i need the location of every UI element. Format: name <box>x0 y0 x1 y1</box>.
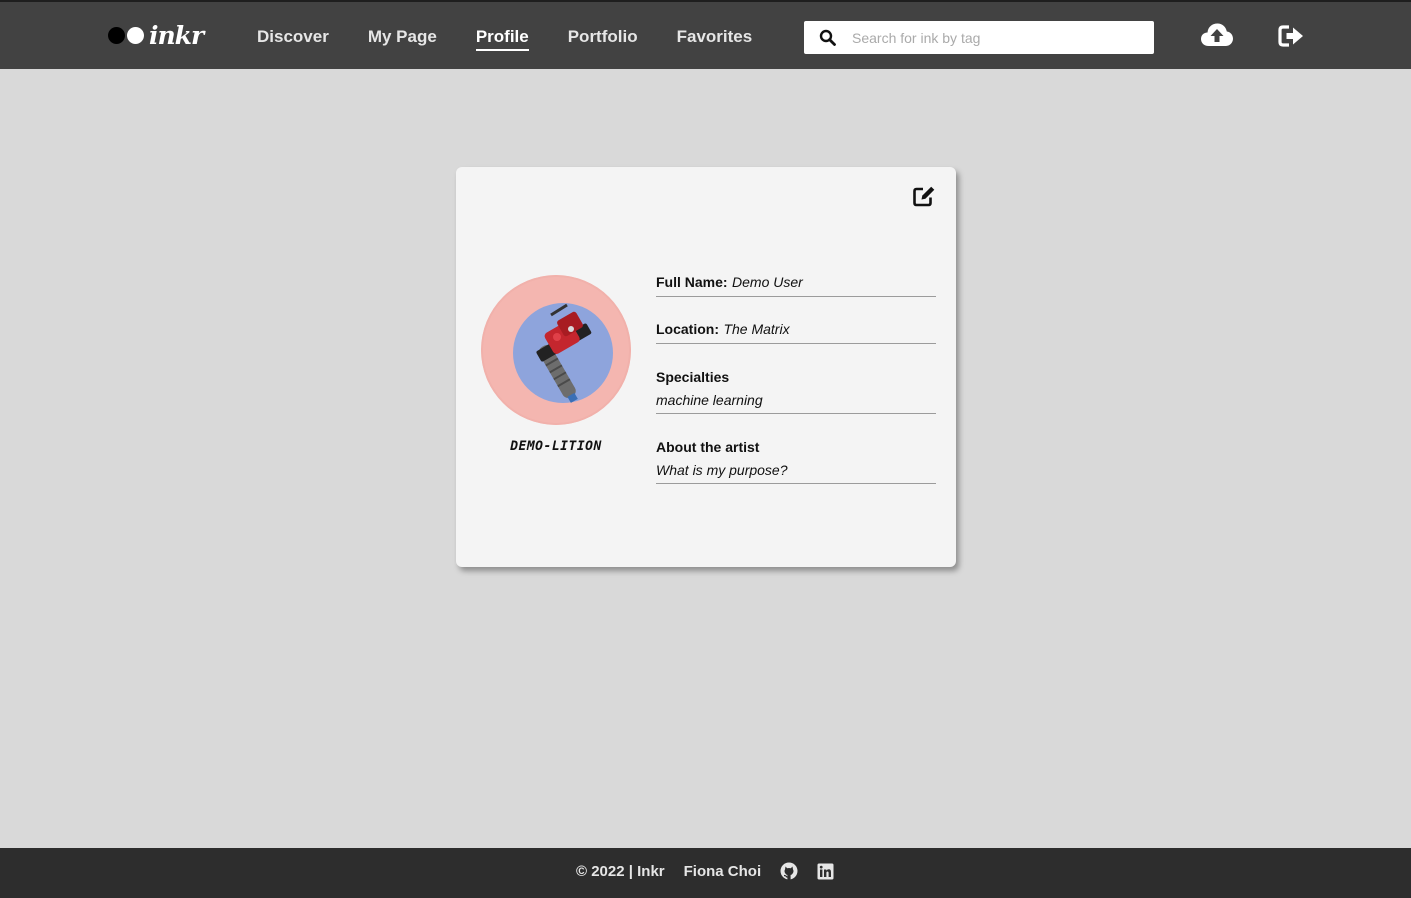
search-bar <box>804 21 1154 54</box>
nav-portfolio[interactable]: Portfolio <box>568 26 638 51</box>
main-nav: Discover My Page Profile Portfolio Favor… <box>257 26 791 51</box>
location-field: Location: The Matrix <box>656 319 936 344</box>
nav-discover[interactable]: Discover <box>257 26 329 51</box>
specialties-label: Specialties <box>656 369 730 385</box>
specialties-value: machine learning <box>656 392 763 408</box>
search-input[interactable] <box>850 28 1144 47</box>
upload-cloud-icon[interactable] <box>1200 22 1234 53</box>
full-name-field: Full Name: Demo User <box>656 272 936 297</box>
logo[interactable]: inkr <box>108 18 204 52</box>
linkedin-icon[interactable] <box>817 863 834 880</box>
artist-username: DEMO-LITION <box>510 439 602 454</box>
author-name[interactable]: Fiona Choi <box>684 863 762 880</box>
avatar-image <box>481 275 631 425</box>
avatar <box>481 275 631 425</box>
profile-card: DEMO-LITION Full Name: Demo User Locatio… <box>456 167 956 567</box>
edit-icon[interactable] <box>912 185 936 212</box>
top-navbar: inkr Discover My Page Profile Portfolio … <box>0 0 1411 69</box>
location-value: The Matrix <box>723 321 790 337</box>
footer: © 2022 | Inkr Fiona Choi <box>0 848 1411 898</box>
logout-icon[interactable] <box>1278 24 1305 53</box>
github-icon[interactable] <box>780 862 798 880</box>
full-name-label: Full Name: <box>656 274 728 290</box>
footer-content: © 2022 | Inkr Fiona Choi <box>576 862 853 880</box>
logo-black-dot <box>108 26 125 44</box>
about-field: About the artist What is my purpose? <box>656 436 936 484</box>
search-icon[interactable] <box>804 29 850 46</box>
nav-favorites[interactable]: Favorites <box>677 26 753 51</box>
full-name-value: Demo User <box>732 274 803 290</box>
nav-profile[interactable]: Profile <box>475 26 529 51</box>
logo-text: inkr <box>149 20 204 50</box>
about-label: About the artist <box>656 439 760 455</box>
specialties-field: Specialties machine learning <box>656 366 936 414</box>
logo-white-dot <box>127 26 144 44</box>
copyright-text: © 2022 | Inkr <box>576 862 665 880</box>
location-label: Location: <box>656 321 719 337</box>
about-value: What is my purpose? <box>656 462 788 478</box>
nav-my-page[interactable]: My Page <box>368 26 437 51</box>
